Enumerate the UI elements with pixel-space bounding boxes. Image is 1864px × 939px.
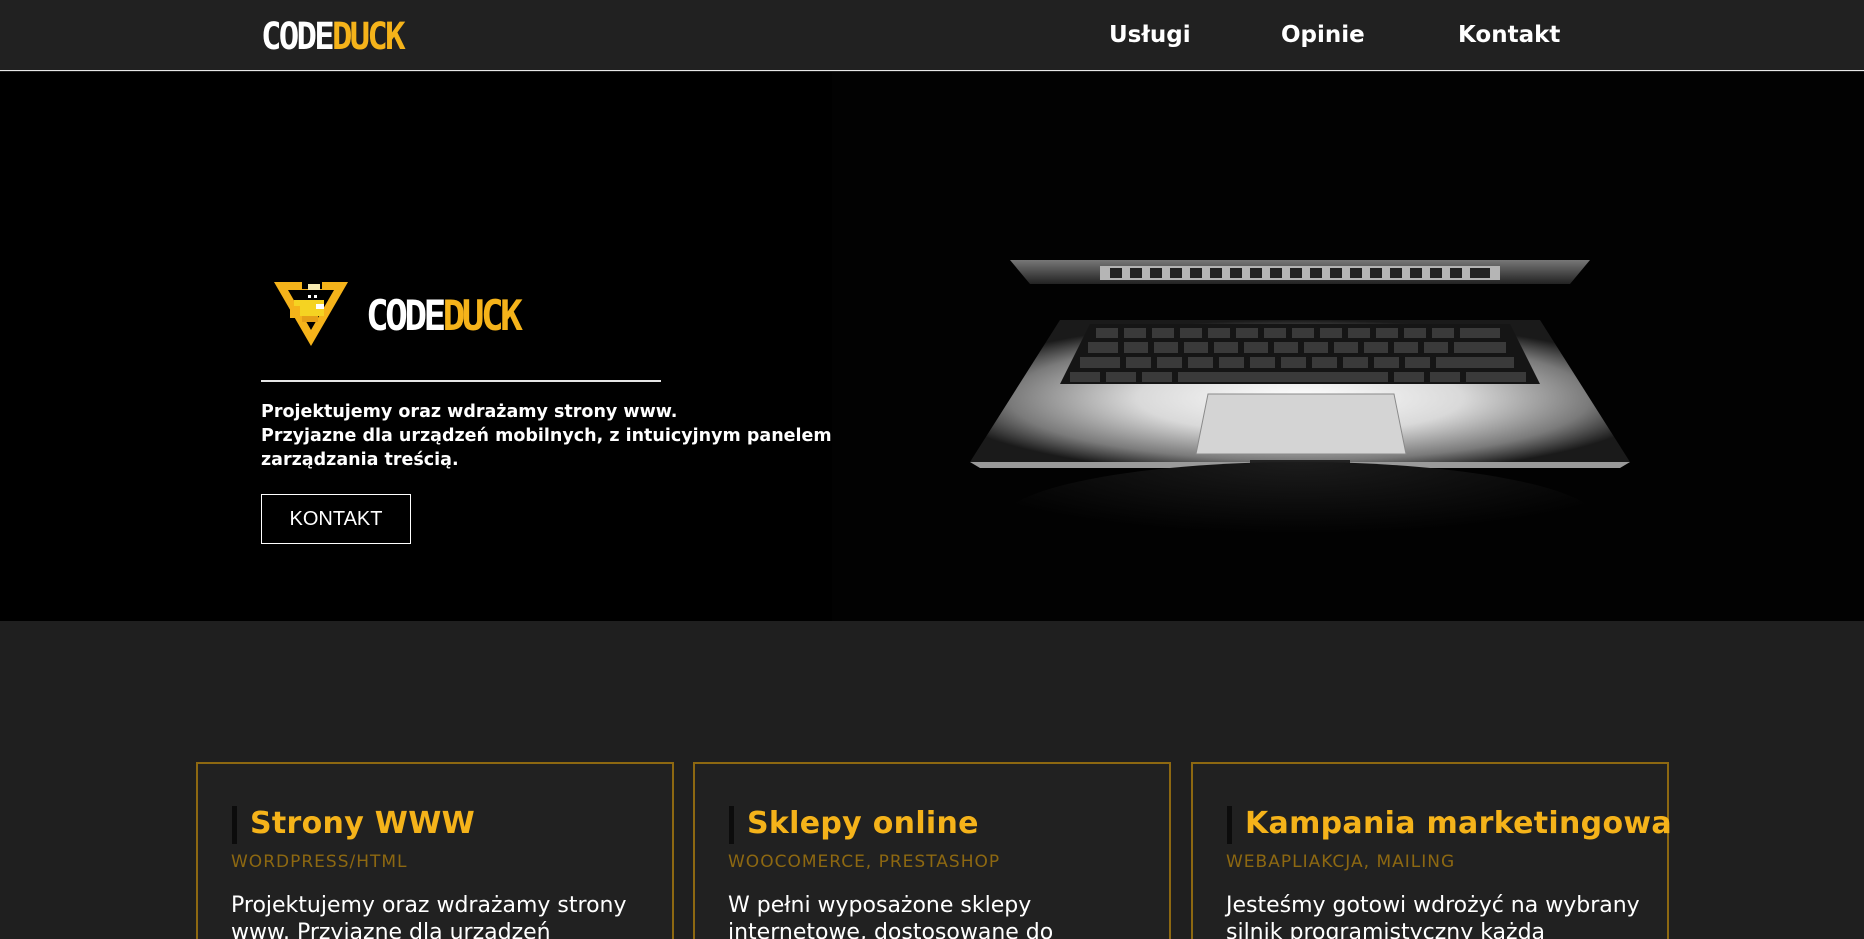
card-title: Kampania marketingowa bbox=[1245, 806, 1672, 841]
card-accent-bar bbox=[1227, 806, 1232, 844]
card-subtitle: WEBAPLIAKCJA, MAILING bbox=[1226, 852, 1456, 872]
hero-logo: CODEDUCK bbox=[366, 291, 523, 340]
service-card-sklepy[interactable]: Sklepy online WOOCOMERCE, PRESTASHOP W p… bbox=[693, 762, 1171, 939]
services-section: Strony WWW WORDPRESS/HTML Projektujemy o… bbox=[0, 621, 1864, 939]
card-description: W pełni wyposażone sklepy internetowe, d… bbox=[728, 892, 1148, 939]
hero-tagline: Projektujemy oraz wdrażamy strony www. P… bbox=[261, 400, 861, 472]
card-accent-bar bbox=[729, 806, 734, 844]
hero-logo-code: CODE bbox=[366, 291, 446, 340]
card-title: Strony WWW bbox=[250, 806, 475, 841]
card-description-line: internetowe, dostosowane do bbox=[728, 920, 1054, 939]
logo-duck-text: DUCK bbox=[331, 15, 406, 58]
card-accent-bar bbox=[232, 806, 237, 844]
card-description-line: www. Przyjazne dla urządzeń bbox=[231, 920, 551, 939]
laptop-image bbox=[970, 260, 1630, 582]
hero-divider bbox=[261, 380, 661, 382]
nav-logo[interactable]: CODEDUCK bbox=[261, 15, 406, 58]
service-card-strony[interactable]: Strony WWW WORDPRESS/HTML Projektujemy o… bbox=[196, 762, 674, 939]
card-subtitle: WORDPRESS/HTML bbox=[231, 852, 408, 872]
hero-tagline-line: Projektujemy oraz wdrażamy strony www. bbox=[261, 402, 678, 422]
card-description-line: Jesteśmy gotowi wdrożyć na wybrany bbox=[1226, 893, 1640, 918]
hero-section: CODEDUCK Projektujemy oraz wdrażamy stro… bbox=[0, 72, 1864, 621]
card-subtitle: WOOCOMERCE, PRESTASHOP bbox=[728, 852, 1001, 872]
logo-code-text: CODE bbox=[261, 15, 335, 58]
card-description: Jesteśmy gotowi wdrożyć na wybrany silni… bbox=[1226, 892, 1646, 939]
nav-item-uslugi[interactable]: Usługi bbox=[1109, 18, 1191, 52]
card-description-line: silnik programistyczny każdą bbox=[1226, 920, 1546, 939]
service-card-kampania[interactable]: Kampania marketingowa WEBAPLIAKCJA, MAIL… bbox=[1191, 762, 1672, 939]
nav-item-kontakt[interactable]: Kontakt bbox=[1458, 18, 1560, 52]
card-description: Projektujemy oraz wdrażamy strony www. P… bbox=[231, 892, 651, 939]
card-title: Sklepy online bbox=[747, 806, 979, 841]
card-description-line: W pełni wyposażone sklepy bbox=[728, 893, 1032, 918]
kontakt-button[interactable]: KONTAKT bbox=[261, 494, 411, 544]
card-description-line: Projektujemy oraz wdrażamy strony bbox=[231, 893, 627, 918]
hero-tagline-line: zarządzania treścią. bbox=[261, 450, 459, 470]
nav-item-opinie[interactable]: Opinie bbox=[1281, 18, 1365, 52]
navbar: CODEDUCK Usługi Opinie Kontakt bbox=[0, 0, 1864, 71]
hero-tagline-line: Przyjazne dla urządzeń mobilnych, z intu… bbox=[261, 426, 832, 446]
hero-logo-duck: DUCK bbox=[442, 291, 523, 340]
duck-triangle-emblem-icon bbox=[274, 280, 348, 346]
